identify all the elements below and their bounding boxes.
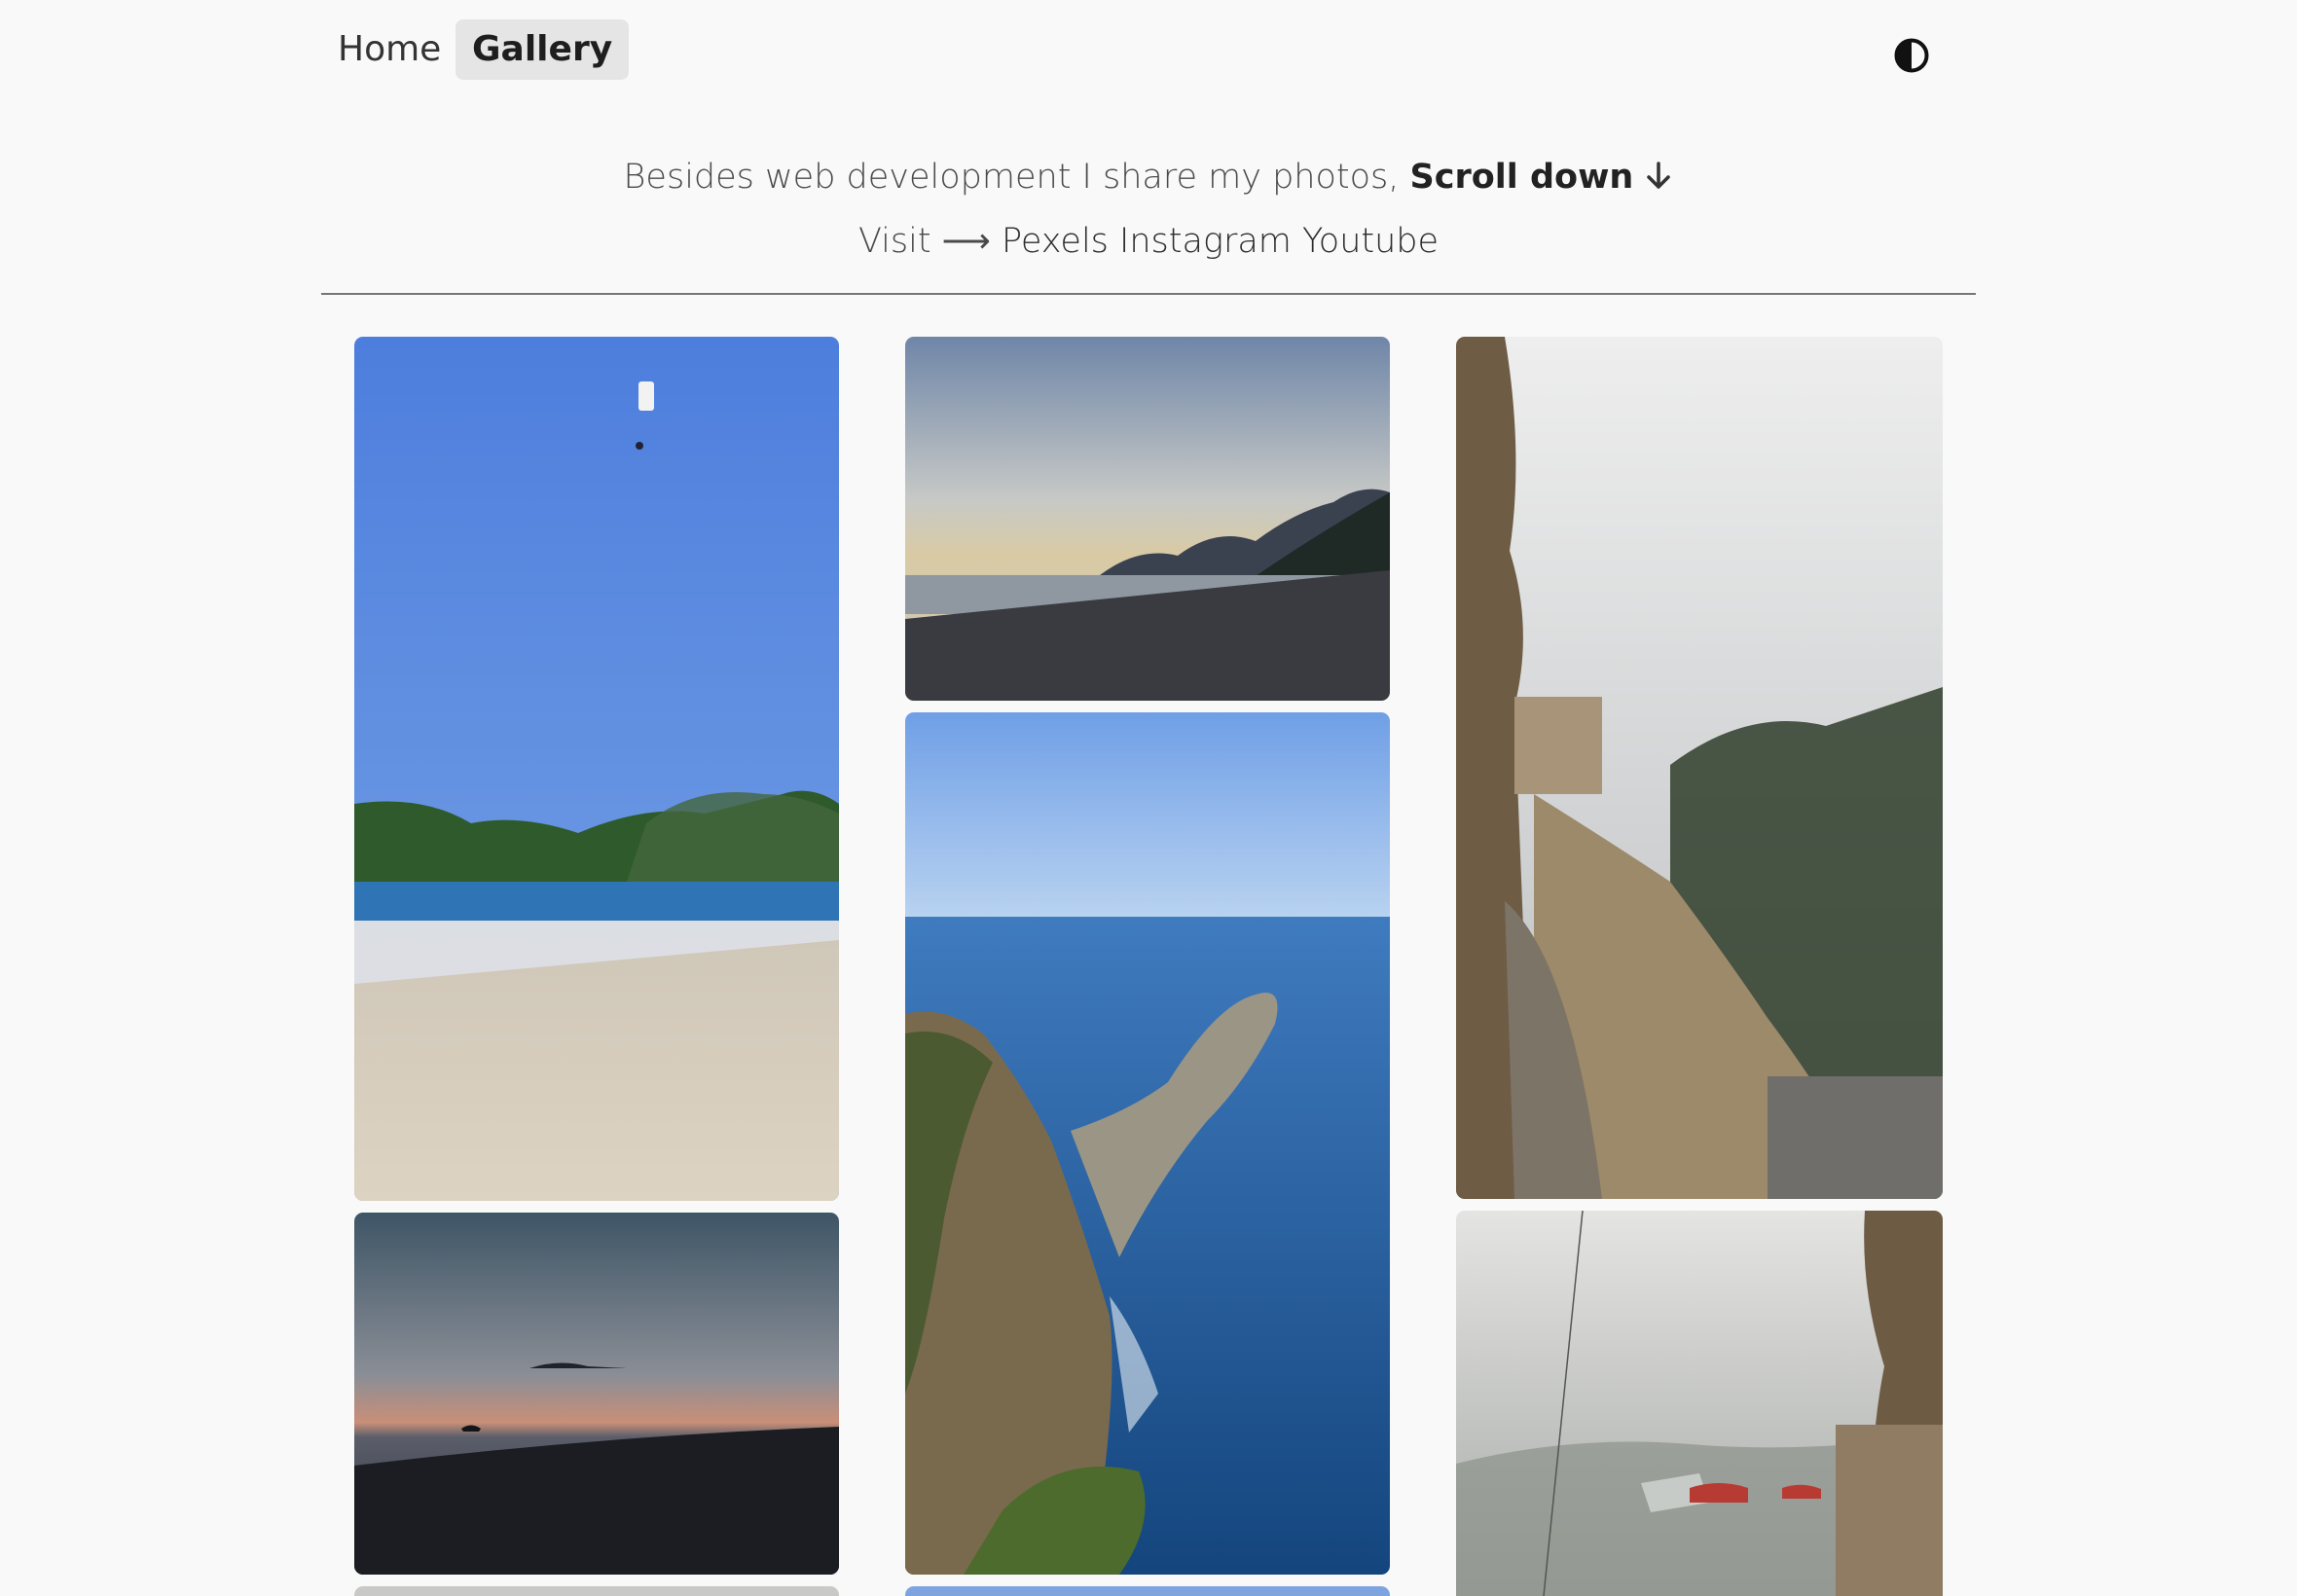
gallery-photo-monastery-stairs[interactable] — [1456, 337, 1943, 1199]
gallery-photo-beach-paraglider[interactable] — [354, 337, 839, 1201]
top-nav: Home Gallery — [321, 19, 1976, 80]
instagram-link[interactable]: Instagram — [1119, 222, 1292, 261]
gallery-photo-partial[interactable] — [905, 1586, 1390, 1596]
nav-gallery-link[interactable]: Gallery — [456, 19, 630, 80]
intro-line: Besides web development I share my photo… — [321, 158, 1976, 197]
gallery-photo-foggy-valley[interactable] — [1456, 1211, 1943, 1596]
visit-line: Visit ⟶ Pexels Instagram Youtube — [321, 222, 1976, 261]
intro-text: Besides web development I share my photo… — [623, 158, 1400, 197]
divider — [321, 293, 1976, 295]
youtube-link[interactable]: Youtube — [1302, 222, 1439, 261]
nav-home-link[interactable]: Home — [321, 19, 457, 80]
gallery-photo-sea-cliffs[interactable] — [905, 712, 1390, 1575]
pexels-link[interactable]: Pexels — [1002, 222, 1109, 261]
gallery-photo-coast-dusk[interactable] — [905, 337, 1390, 701]
gallery-photo-partial[interactable] — [354, 1586, 839, 1596]
gallery-photo-sunset-beach[interactable] — [354, 1213, 839, 1575]
visit-label: Visit ⟶ — [857, 222, 991, 261]
contrast-icon[interactable] — [1893, 37, 1930, 74]
arrow-down-icon — [1644, 161, 1673, 190]
scroll-down-label: Scroll down — [1409, 158, 1634, 197]
